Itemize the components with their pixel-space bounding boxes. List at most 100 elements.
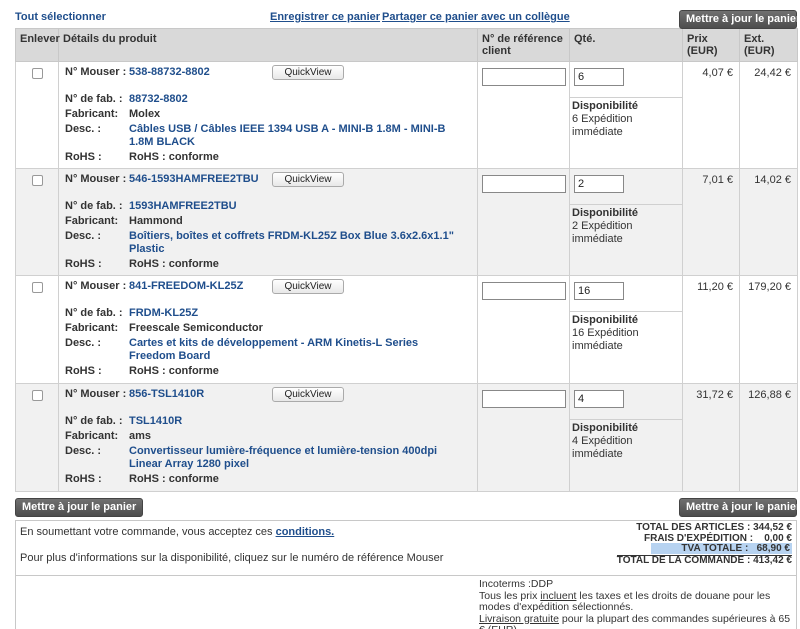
desc-link[interactable]: Boîtiers, boîtes et coffrets FRDM-KL25Z … xyxy=(129,230,469,256)
availability: Disponibilité 2 Expédition immédiate xyxy=(570,204,682,246)
desc-label: Desc. : xyxy=(65,123,102,135)
rohs-value: RoHS : conforme xyxy=(129,365,219,377)
quantity-input[interactable]: 16 xyxy=(574,282,624,300)
mouser-no-link[interactable]: 841-FREEDOM-KL25Z xyxy=(129,280,243,293)
col-remove: Enlever xyxy=(15,28,60,62)
mouser-no-label: N° Mouser : xyxy=(65,173,127,185)
availability-label: Disponibilité xyxy=(572,207,638,219)
quantity-input[interactable]: 4 xyxy=(574,390,624,408)
conditions-link[interactable]: conditions. xyxy=(276,526,335,538)
table-row: N° Mouser :538-88732-8802 QuickView N° d… xyxy=(15,61,798,169)
mfr-no-link[interactable]: 1593HAMFREE2TBU xyxy=(129,200,237,213)
unit-price: 7,01 € xyxy=(682,168,740,276)
quantity-input[interactable]: 2 xyxy=(574,175,624,193)
availability-label: Disponibilité xyxy=(572,100,638,112)
desc-link[interactable]: Convertisseur lumière-fréquence et lumiè… xyxy=(129,445,449,471)
ext-price: 126,88 € xyxy=(739,383,798,492)
availability-label: Disponibilité xyxy=(572,422,638,434)
customer-ref-input[interactable] xyxy=(482,68,566,86)
grand-total: TOTAL DE LA COMMANDE : 413,42 € xyxy=(616,554,792,566)
rohs-label: RoHS : xyxy=(65,258,102,270)
product-details: N° Mouser :841-FREEDOM-KL25Z QuickView N… xyxy=(58,275,478,384)
unit-price: 31,72 € xyxy=(682,383,740,492)
customer-ref-input[interactable] xyxy=(482,175,566,193)
availability-info-text: Pour plus d'informations sur la disponib… xyxy=(20,552,444,564)
save-cart-link[interactable]: Enregistrer ce panier xyxy=(270,11,380,23)
mfr-no-link[interactable]: 88732-8802 xyxy=(129,93,188,106)
rohs-label: RoHS : xyxy=(65,151,102,163)
desc-label: Desc. : xyxy=(65,230,102,242)
mfr-no-link[interactable]: FRDM-KL25Z xyxy=(129,307,198,320)
desc-link[interactable]: Câbles USB / Câbles IEEE 1394 USB A - MI… xyxy=(129,123,449,149)
col-price: Prix (EUR) xyxy=(682,28,740,62)
mouser-no-label: N° Mouser : xyxy=(65,388,127,400)
product-details: N° Mouser :538-88732-8802 QuickView N° d… xyxy=(58,61,478,169)
free-shipping-link[interactable]: Livraison gratuite xyxy=(479,613,559,625)
availability: Disponibilité 16 Expédition immédiate xyxy=(570,311,682,353)
manufacturer-value: Freescale Semiconductor xyxy=(129,322,263,334)
col-ext: Ext. (EUR) xyxy=(739,28,798,62)
availability-value: 16 Expédition immédiate xyxy=(572,327,639,352)
select-all-link[interactable]: Tout sélectionner xyxy=(15,11,106,23)
rohs-value: RoHS : conforme xyxy=(129,258,219,270)
product-details: N° Mouser :856-TSL1410R QuickView N° de … xyxy=(58,383,478,492)
cart-table: Enlever Détails du produit N° de référen… xyxy=(15,28,798,492)
unit-price: 11,20 € xyxy=(682,275,740,384)
mouser-no-link[interactable]: 546-1593HAMFREE2TBU xyxy=(129,173,259,186)
ext-price: 179,20 € xyxy=(739,275,798,384)
totals-block: TOTAL DES ARTICLES : 344,52 € FRAIS D'EX… xyxy=(616,522,792,566)
desc-label: Desc. : xyxy=(65,337,102,349)
col-qty: Qté. xyxy=(569,28,683,62)
update-cart-button-top[interactable]: Mettre à jour le panier xyxy=(679,10,800,29)
shipping-label: FRAIS D'EXPÉDITION : xyxy=(644,532,754,544)
unit-price: 4,07 € xyxy=(682,61,740,169)
desc-label: Desc. : xyxy=(65,445,102,457)
remove-checkbox[interactable] xyxy=(31,68,43,79)
remove-checkbox[interactable] xyxy=(31,390,43,401)
customer-ref-input[interactable] xyxy=(482,390,566,408)
cart-container: Tout sélectionner Enregistrer ce panier … xyxy=(15,0,800,629)
tax-info-prefix: Tous les prix xyxy=(479,589,541,602)
manufacturer-value: Molex xyxy=(129,108,161,120)
mouser-no-link[interactable]: 538-88732-8802 xyxy=(129,66,210,79)
rohs-label: RoHS : xyxy=(65,473,102,485)
desc-link[interactable]: Cartes et kits de développement - ARM Ki… xyxy=(129,337,449,363)
vat-label: TVA TOTALE : xyxy=(681,543,749,555)
availability-value: 6 Expédition immédiate xyxy=(572,113,633,138)
mfr-no-link[interactable]: TSL1410R xyxy=(129,415,182,428)
incoterms-text: Incoterms :DDP Tous les prix incluent le… xyxy=(479,578,797,629)
remove-checkbox[interactable] xyxy=(31,282,43,293)
remove-checkbox[interactable] xyxy=(31,175,43,186)
quickview-button[interactable]: QuickView xyxy=(272,65,344,80)
mouser-no-label: N° Mouser : xyxy=(65,66,127,78)
quickview-button[interactable]: QuickView xyxy=(272,172,344,187)
manufacturer-label: Fabricant: xyxy=(65,430,119,442)
customer-ref-input[interactable] xyxy=(482,282,566,300)
vat-total: TVA TOTALE : 68,90 € xyxy=(617,543,792,555)
cart-toolbar: Tout sélectionner Enregistrer ce panier … xyxy=(15,0,800,29)
ext-price: 24,42 € xyxy=(739,61,798,169)
availability-label: Disponibilité xyxy=(572,314,638,326)
cart-bottom-bar: Mettre à jour le panier Mettre à jour le… xyxy=(15,498,800,520)
cart-header-row: Enlever Détails du produit N° de référen… xyxy=(15,28,798,62)
included-link[interactable]: incluent xyxy=(540,590,576,602)
mouser-no-link[interactable]: 856-TSL1410R xyxy=(129,388,204,401)
tax-info-line: Tous les prix incluent les taxes et les … xyxy=(479,589,797,614)
table-row: N° Mouser :546-1593HAMFREE2TBU QuickView… xyxy=(15,168,798,276)
quickview-button[interactable]: QuickView xyxy=(272,279,344,294)
manufacturer-label: Fabricant: xyxy=(65,322,119,334)
availability-value: 2 Expédition immédiate xyxy=(572,220,633,245)
share-cart-link[interactable]: Partager ce panier avec un collègue xyxy=(382,11,570,23)
terms-text: En soumettant votre commande, vous accep… xyxy=(20,526,334,538)
rohs-value: RoHS : conforme xyxy=(129,473,219,485)
quantity-input[interactable]: 6 xyxy=(574,68,624,86)
shipping-value: 0,00 € xyxy=(764,532,792,544)
mfr-no-label: N° de fab. : xyxy=(65,200,123,212)
update-cart-button-bottom-left[interactable]: Mettre à jour le panier xyxy=(15,498,144,517)
quickview-button[interactable]: QuickView xyxy=(272,387,344,402)
manufacturer-value: Hammond xyxy=(129,215,183,227)
table-row: N° Mouser :856-TSL1410R QuickView N° de … xyxy=(15,383,798,492)
availability-value: 4 Expédition immédiate xyxy=(572,435,633,460)
update-cart-button-bottom-right[interactable]: Mettre à jour le panier xyxy=(679,498,800,517)
terms-prefix: En soumettant votre commande, vous accep… xyxy=(20,526,276,538)
